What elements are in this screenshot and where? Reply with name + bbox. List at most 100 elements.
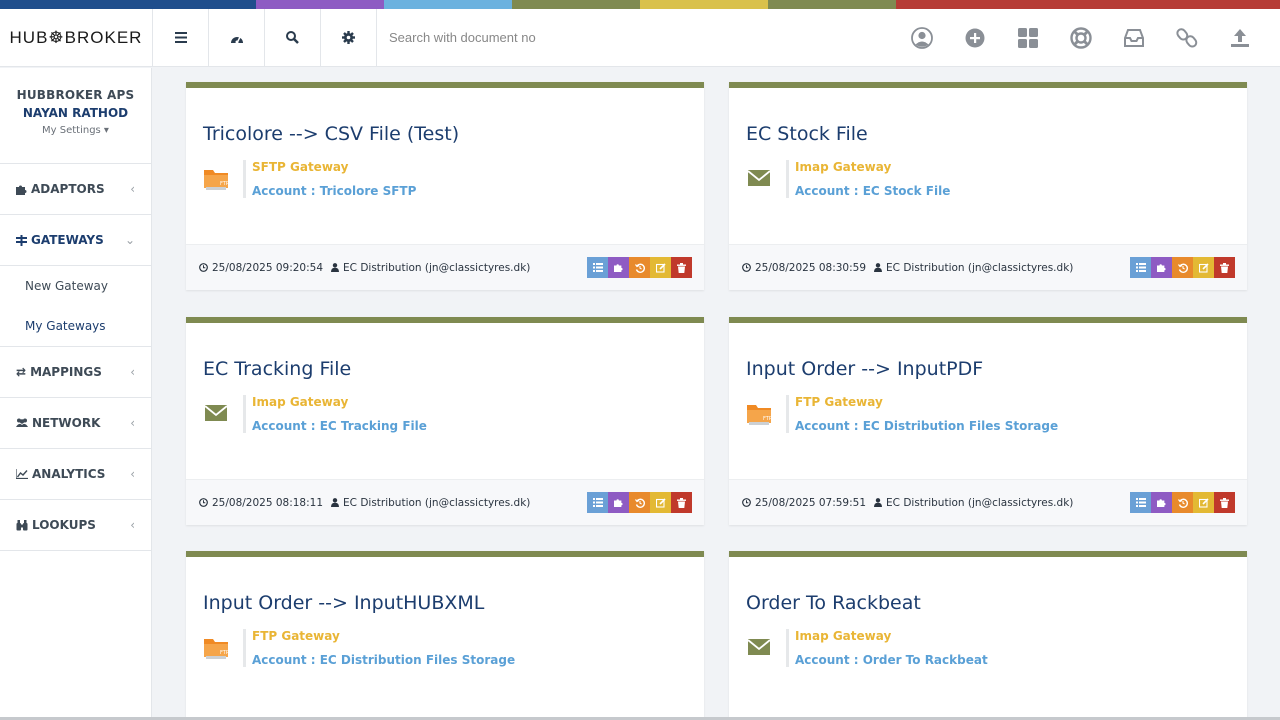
top-icons <box>895 9 1280 67</box>
puzzle-icon <box>1157 264 1166 272</box>
adaptor-button[interactable] <box>608 257 629 278</box>
gateway-account: Account : Order To Rackbeat <box>795 653 988 667</box>
svg-text:FTP: FTP <box>220 181 229 187</box>
document-search-input[interactable] <box>389 30 689 45</box>
trash-icon <box>677 262 686 273</box>
gateway-meta: 25/08/2025 07:59:51 EC Distribution (jn@… <box>742 497 1073 509</box>
sidebar-item-network[interactable]: NETWORK ‹ <box>0 398 151 449</box>
card-actions <box>587 257 692 278</box>
gateway-type: SFTP Gateway <box>252 160 349 174</box>
lifebuoy-icon <box>1069 26 1092 49</box>
user-circle-icon <box>910 26 933 49</box>
history-icon <box>634 498 645 508</box>
gateway-title[interactable]: EC Tracking File <box>203 358 351 380</box>
inbox-button[interactable] <box>1107 9 1160 67</box>
gateway-card: Tricolore --> CSV File (Test) FTP SFTP G… <box>186 82 704 290</box>
puzzle-icon <box>614 264 623 272</box>
menu-toggle-button[interactable] <box>153 8 209 67</box>
ftp-folder-icon: FTP <box>747 405 772 425</box>
gateway-title[interactable]: EC Stock File <box>746 123 868 145</box>
gateway-title[interactable]: Input Order --> InputPDF <box>746 358 983 380</box>
adaptor-button[interactable] <box>608 492 629 513</box>
envelope-icon <box>747 170 771 186</box>
history-button[interactable] <box>1172 257 1193 278</box>
gateway-account: Account : EC Distribution Files Storage <box>795 419 1059 433</box>
menu-label-wrap: NETWORK <box>16 416 100 430</box>
edit-button[interactable] <box>650 257 671 278</box>
gateway-title[interactable]: Order To Rackbeat <box>746 592 921 614</box>
history-icon <box>1177 263 1188 273</box>
adaptor-button[interactable] <box>1151 257 1172 278</box>
history-button[interactable] <box>629 257 650 278</box>
inbox-icon <box>1123 28 1144 47</box>
sidebar-item-label: LOOKUPS <box>32 518 96 532</box>
organization-name: HUBBROKER APS <box>16 88 135 102</box>
search-button[interactable] <box>265 8 321 67</box>
add-button[interactable] <box>948 9 1001 67</box>
sidebar-item-mappings[interactable]: ⇄ MAPPINGS ‹ <box>0 347 151 398</box>
sidebar-item-label: ADAPTORS <box>31 182 105 196</box>
card-footer: 25/08/2025 09:20:54 EC Distribution (jn@… <box>186 244 704 290</box>
history-button[interactable] <box>1172 492 1193 513</box>
gateway-title[interactable]: Input Order --> InputHUBXML <box>203 592 484 614</box>
clock-icon <box>742 263 751 272</box>
chart-icon <box>16 469 28 479</box>
edit-icon <box>1198 262 1209 273</box>
links-button[interactable] <box>1160 9 1213 67</box>
gateway-card: Order To Rackbeat Imap Gateway Account :… <box>729 551 1247 720</box>
gateway-account: Account : EC Stock File <box>795 184 951 198</box>
sidebar-subitem-new-gateway[interactable]: New Gateway <box>0 266 151 306</box>
trash-icon <box>1220 497 1229 508</box>
sidebar-item-lookups[interactable]: LOOKUPS ‹ <box>0 500 151 551</box>
user-icon <box>874 498 883 507</box>
settings-button[interactable] <box>321 8 377 67</box>
list-button[interactable] <box>587 492 608 513</box>
chevron-left-icon: ‹ <box>130 467 135 481</box>
search-icon <box>286 31 299 44</box>
adaptor-button[interactable] <box>1151 492 1172 513</box>
profile-button[interactable] <box>895 9 948 67</box>
delete-button[interactable] <box>671 257 692 278</box>
sidebar-item-adaptors[interactable]: ADAPTORS ‹ <box>0 164 151 215</box>
list-button[interactable] <box>587 257 608 278</box>
svg-text:FTP: FTP <box>220 650 229 656</box>
upload-button[interactable] <box>1213 9 1266 67</box>
sidebar-item-gateways[interactable]: GATEWAYS ⌄ <box>0 215 151 266</box>
sidebar-item-label: ANALYTICS <box>32 467 106 481</box>
search-area <box>377 9 895 67</box>
trash-icon <box>1220 262 1229 273</box>
edit-button[interactable] <box>1193 257 1214 278</box>
gateway-type: FTP Gateway <box>252 629 340 643</box>
sidebar-subitem-my-gateways[interactable]: My Gateways <box>0 306 151 346</box>
list-button[interactable] <box>1130 492 1151 513</box>
apps-button[interactable] <box>1001 9 1054 67</box>
svg-text:FTP: FTP <box>763 416 772 422</box>
dashboard-icon <box>230 36 243 43</box>
gateway-info: Imap Gateway Account : EC Stock File <box>786 160 950 198</box>
delete-button[interactable] <box>1214 257 1235 278</box>
dashboard-button[interactable] <box>209 8 265 67</box>
menu-label-wrap: ⇄ MAPPINGS <box>16 365 102 379</box>
chevron-left-icon: ‹ <box>130 416 135 430</box>
list-icon <box>1135 498 1146 507</box>
history-button[interactable] <box>629 492 650 513</box>
menu-label-wrap: ANALYTICS <box>16 467 105 481</box>
gateway-owner: EC Distribution (jn@classictyres.dk) <box>343 261 531 274</box>
edit-button[interactable] <box>650 492 671 513</box>
delete-button[interactable] <box>1214 492 1235 513</box>
sidebar-item-label: MAPPINGS <box>30 365 102 379</box>
my-settings-link[interactable]: My Settings ▾ <box>0 125 151 136</box>
support-button[interactable] <box>1054 9 1107 67</box>
gateway-date: 25/08/2025 08:18:11 <box>212 496 324 509</box>
brand-logo[interactable]: HUB☸BROKER <box>0 8 153 67</box>
user-icon <box>874 263 883 272</box>
delete-button[interactable] <box>671 492 692 513</box>
user-profile: HUBBROKER APS NAYAN RATHOD My Settings ▾ <box>0 68 151 164</box>
menu-label-wrap: GATEWAYS <box>16 233 104 247</box>
list-button[interactable] <box>1130 257 1151 278</box>
list-icon <box>592 498 603 507</box>
edit-button[interactable] <box>1193 492 1214 513</box>
sidebar-item-analytics[interactable]: ANALYTICS ‹ <box>0 449 151 500</box>
history-icon <box>634 263 645 273</box>
gateway-title[interactable]: Tricolore --> CSV File (Test) <box>203 123 459 145</box>
